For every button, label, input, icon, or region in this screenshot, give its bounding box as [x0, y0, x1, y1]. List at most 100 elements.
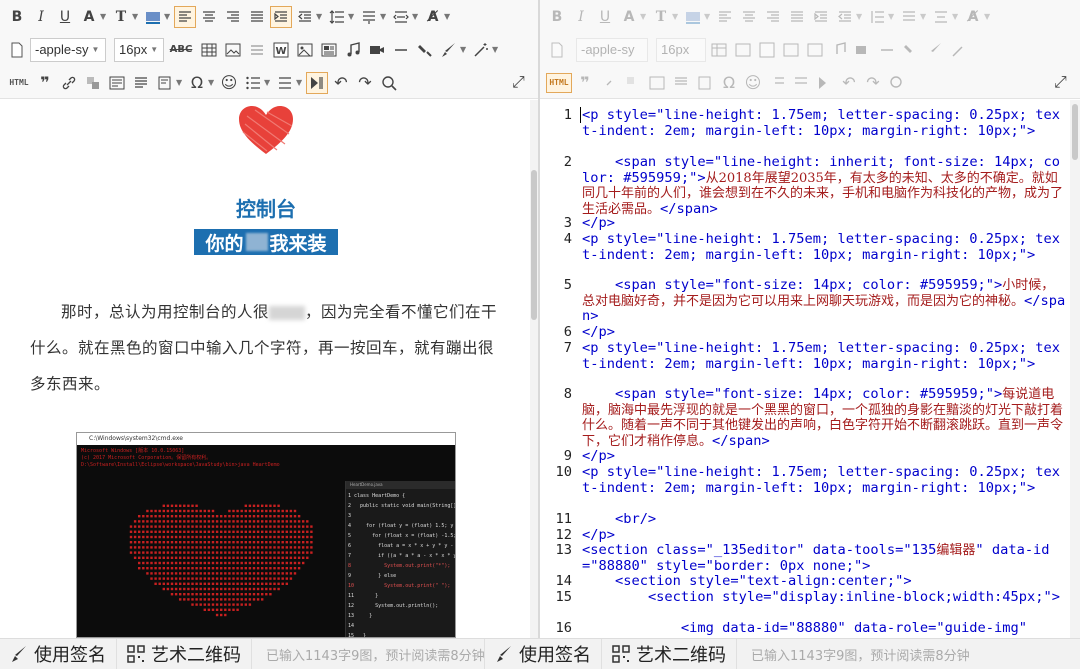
magic-wand-icon[interactable] [470, 39, 492, 61]
heart-asterisk [170, 535, 174, 539]
heart-asterisk [224, 561, 227, 565]
use-signature-button[interactable]: 使用签名 [0, 638, 117, 669]
block-icon[interactable] [106, 72, 128, 94]
heart-asterisk [174, 515, 178, 518]
background-color-icon[interactable]: T [110, 6, 132, 28]
art-qrcode-button[interactable]: 艺术二维码 [602, 638, 737, 669]
video-icon[interactable] [366, 39, 388, 61]
chevron-down-icon[interactable]: ▼ [444, 12, 452, 21]
letter-spacing-icon[interactable] [390, 6, 412, 28]
chevron-down-icon[interactable]: ▼ [348, 12, 356, 21]
scrollbar-thumb[interactable] [531, 170, 537, 320]
heart-asterisk [269, 551, 272, 554]
chevron-down-icon[interactable]: ▼ [176, 78, 184, 87]
align-right-icon[interactable] [222, 6, 244, 28]
redo-icon[interactable]: ↷ [354, 72, 376, 94]
chevron-down-icon[interactable]: ▼ [460, 45, 468, 54]
chevron-down-icon[interactable]: ▼ [296, 78, 304, 87]
chevron-down-icon[interactable]: ▼ [164, 12, 172, 21]
fullscreen-icon[interactable]: ⤢ [1054, 72, 1072, 91]
heart-asterisk [154, 572, 157, 575]
bold-icon[interactable]: B [6, 6, 28, 28]
table-icon[interactable] [198, 39, 220, 61]
heart-asterisk [195, 593, 198, 596]
heart-asterisk [158, 567, 161, 570]
unlink-icon[interactable] [82, 72, 104, 94]
heart-asterisk [174, 577, 178, 580]
right-scrollbar[interactable] [1070, 100, 1080, 638]
minus-icon[interactable] [390, 39, 412, 61]
music-icon[interactable] [342, 39, 364, 61]
heart-asterisk [256, 515, 260, 518]
heart-asterisk [256, 598, 260, 601]
picture-icon[interactable] [294, 39, 316, 61]
link-icon[interactable] [58, 72, 80, 94]
brush-icon[interactable] [438, 39, 460, 61]
heart-asterisk [265, 509, 268, 513]
paragraph-icon[interactable] [130, 72, 152, 94]
heart-asterisk [248, 582, 252, 585]
line-height-icon[interactable] [326, 6, 348, 28]
heart-asterisk [215, 567, 219, 570]
omega-icon[interactable]: Ω [186, 72, 208, 94]
chevron-down-icon[interactable]: ▼ [100, 12, 108, 21]
unordered-list-icon[interactable] [274, 72, 296, 94]
strikethrough-icon[interactable]: ABC [166, 39, 196, 61]
chevron-down-icon[interactable]: ▼ [208, 78, 216, 87]
align-left-icon[interactable] [174, 5, 196, 28]
heart-asterisk [289, 535, 293, 539]
html-source-button[interactable]: HTML [6, 73, 32, 93]
article-paragraph: 那时，总认为用控制台的人很 ，因为完全看不懂它们在干什么。就在黑色的窗口中输入几个… [30, 294, 500, 402]
italic-icon[interactable]: I [30, 6, 52, 28]
indent-icon[interactable] [270, 5, 292, 28]
chevron-down-icon[interactable]: ▼ [492, 45, 500, 54]
art-qrcode-button[interactable]: 艺术二维码 [117, 638, 252, 669]
clear-format-icon[interactable]: A̸ [422, 6, 444, 28]
template-icon[interactable] [154, 72, 176, 94]
fullscreen-icon[interactable]: ⤢ [512, 72, 530, 91]
image-icon[interactable] [222, 39, 244, 61]
gallery-icon[interactable] [318, 39, 340, 61]
html-source-button[interactable]: HTML [546, 72, 572, 93]
html-code-editor[interactable]: 1 <p style="line-height: 1.75em; letter-s… [540, 100, 1070, 638]
chevron-down-icon[interactable]: ▼ [132, 12, 140, 21]
heart-asterisk [154, 515, 157, 518]
paragraph-spacing-icon[interactable] [358, 6, 380, 28]
heart-asterisk [215, 593, 219, 596]
chevron-down-icon[interactable]: ▼ [264, 78, 272, 87]
quote-icon[interactable]: ❞ [34, 72, 56, 94]
underline-icon[interactable]: U [54, 6, 76, 28]
align-center-icon[interactable] [198, 6, 220, 28]
chevron-down-icon[interactable]: ▼ [316, 12, 324, 21]
heart-asterisk [281, 556, 284, 559]
font-size-select[interactable]: 16px ▼ [114, 37, 164, 62]
outdent-icon[interactable] [294, 6, 316, 28]
ltr-direction-icon[interactable] [306, 71, 328, 94]
search-replace-icon[interactable] [378, 72, 400, 94]
heart-asterisk [240, 541, 243, 544]
chevron-down-icon[interactable]: ▼ [380, 12, 388, 21]
undo-icon[interactable]: ↶ [330, 72, 352, 94]
heart-asterisk [203, 593, 206, 596]
use-signature-button[interactable]: 使用签名 [484, 638, 602, 669]
heart-asterisk [162, 535, 165, 539]
heart-asterisk [220, 577, 223, 580]
heart-asterisk [281, 577, 284, 580]
ordered-list-icon[interactable] [242, 72, 264, 94]
horizontal-rule-icon[interactable] [246, 39, 268, 61]
heart-asterisk [129, 535, 133, 539]
heart-asterisk [232, 577, 235, 580]
word-import-icon[interactable]: W [270, 39, 292, 61]
chevron-down-icon[interactable]: ▼ [412, 12, 420, 21]
outdent-icon [834, 6, 856, 28]
align-justify-icon[interactable] [246, 6, 268, 28]
font-family-select[interactable]: -apple-sy ▼ [30, 37, 106, 62]
text-style-icon[interactable] [142, 6, 164, 28]
scrollbar-thumb[interactable] [1072, 104, 1078, 160]
new-document-icon[interactable] [6, 39, 28, 61]
format-painter-icon[interactable] [414, 39, 436, 61]
heart-asterisk [191, 582, 194, 585]
left-scrollbar[interactable] [530, 100, 538, 638]
font-color-icon[interactable]: A [78, 6, 100, 28]
emoji-icon[interactable]: ☺ [218, 72, 240, 94]
